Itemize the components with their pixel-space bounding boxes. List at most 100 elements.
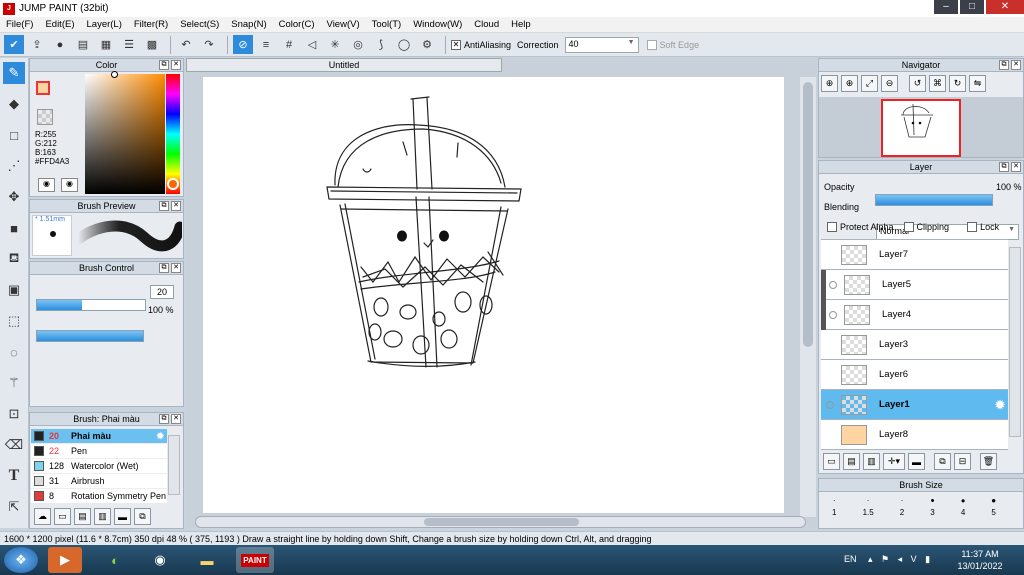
close-icon[interactable]: ✕ xyxy=(1011,60,1021,70)
visibility-icon[interactable] xyxy=(826,431,834,439)
jump-paint-taskbar-icon[interactable]: PAINT xyxy=(236,547,274,573)
select-rect-tool-icon[interactable]: ⬚ xyxy=(3,310,25,332)
share-icon[interactable]: ⇪ xyxy=(27,35,47,54)
folder-icon[interactable]: ▬ xyxy=(114,508,131,525)
gear-icon[interactable]: ✹ xyxy=(995,398,1005,412)
canvas-vertical-scrollbar[interactable] xyxy=(800,77,816,517)
float-icon[interactable]: ⧉ xyxy=(159,414,169,424)
zoom-fit-icon[interactable]: ⊕ xyxy=(821,75,838,92)
clock-time[interactable]: 11:37 AM xyxy=(950,548,1010,560)
color-picker-cursor[interactable] xyxy=(111,71,118,78)
layer-row[interactable]: Layer7 xyxy=(821,240,1008,270)
new-layer-8bit-icon[interactable]: ▥ xyxy=(863,453,880,470)
visibility-icon[interactable] xyxy=(826,251,834,259)
close-icon[interactable]: ✕ xyxy=(171,414,181,424)
menu-help[interactable]: Help xyxy=(505,19,537,30)
eyedropper-icon[interactable]: ◉ xyxy=(61,178,78,192)
comment-icon[interactable]: ● xyxy=(50,35,70,54)
menu-filter[interactable]: Filter(R) xyxy=(128,19,174,30)
brush-size-option[interactable]: · 1.5 xyxy=(863,494,874,517)
brush-size-option[interactable]: · 2 xyxy=(900,494,904,517)
redo-icon[interactable]: ↷ xyxy=(199,35,219,54)
menu-color[interactable]: Color(C) xyxy=(273,19,321,30)
zalo-icon[interactable]: ◐ xyxy=(98,547,132,573)
new-folder-icon[interactable]: ▬ xyxy=(908,453,925,470)
close-icon[interactable]: ✕ xyxy=(171,201,181,211)
visibility-icon[interactable] xyxy=(826,371,834,379)
hue-slider[interactable] xyxy=(166,74,180,194)
menu-view[interactable]: View(V) xyxy=(321,19,366,30)
brush-opacity-slider[interactable] xyxy=(36,330,144,342)
visibility-icon[interactable] xyxy=(826,341,834,349)
close-icon[interactable]: ✕ xyxy=(171,60,181,70)
float-icon[interactable]: ⧉ xyxy=(159,263,169,273)
menu-file[interactable]: File(F) xyxy=(0,19,39,30)
cloud-sync-icon[interactable]: ✔ xyxy=(4,35,24,54)
zoom-out-icon[interactable]: ⊖ xyxy=(881,75,898,92)
magic-wand-tool-icon[interactable]: ⚚ xyxy=(3,372,25,394)
message-icon[interactable]: ▤ xyxy=(73,35,93,54)
merge-layer-icon[interactable]: ⊟ xyxy=(954,453,971,470)
navigator-view[interactable] xyxy=(819,97,1023,157)
eraser-tool-icon[interactable]: ◆ xyxy=(3,93,25,115)
brush-item[interactable]: 8 Rotation Symmetry Pen xyxy=(31,489,167,503)
radial-ruler-icon[interactable]: ✳ xyxy=(325,35,345,54)
fill-shape-tool-icon[interactable]: ■ xyxy=(3,217,25,239)
layer-row[interactable]: Layer8 xyxy=(821,420,1008,450)
brush-size-option[interactable]: • 3 xyxy=(930,494,934,517)
brush-size-slider[interactable] xyxy=(36,299,146,311)
visibility-icon[interactable] xyxy=(829,310,837,319)
brush-size-option[interactable]: · 1 xyxy=(832,494,836,517)
brush-tool-icon[interactable]: ✎ xyxy=(3,62,25,84)
rectangle-tool-icon[interactable]: □ xyxy=(3,124,25,146)
brush-item[interactable]: 31 Airbrush xyxy=(31,474,167,489)
document-icon[interactable]: ▦ xyxy=(96,35,116,54)
close-icon[interactable]: ✕ xyxy=(1011,162,1021,172)
hue-handle[interactable] xyxy=(167,178,179,190)
dot-line-tool-icon[interactable]: ⋰ xyxy=(3,155,25,177)
brush-size-value[interactable]: 20 xyxy=(150,285,174,299)
curve-ruler-icon[interactable]: ⟆ xyxy=(371,35,391,54)
file-explorer-icon[interactable]: ▬ xyxy=(190,547,224,573)
bucket-tool-icon[interactable]: ⛾ xyxy=(3,248,25,270)
menu-snap[interactable]: Snap(N) xyxy=(225,19,272,30)
brush-list-scrollbar[interactable] xyxy=(168,435,180,495)
layer-row[interactable]: Layer4 xyxy=(821,299,1008,330)
menu-tool[interactable]: Tool(T) xyxy=(366,19,408,30)
foreground-color-swatch[interactable] xyxy=(36,81,50,95)
maximize-button[interactable]: □ xyxy=(960,0,984,14)
clock-date[interactable]: 13/01/2022 xyxy=(950,560,1010,572)
minimize-button[interactable]: – xyxy=(934,0,958,14)
layer-row[interactable]: Layer5 xyxy=(821,269,1008,300)
soft-edge-checkbox[interactable] xyxy=(646,39,657,50)
horizontal-scroll-thumb[interactable] xyxy=(424,518,579,526)
select-eraser-tool-icon[interactable]: ⌫ xyxy=(3,434,25,456)
tray-icons[interactable]: ▴ ⚑ ◂ V ▮ xyxy=(868,554,933,565)
perspective-ruler-icon[interactable]: ◁ xyxy=(302,35,322,54)
transparent-color-swatch[interactable] xyxy=(37,109,53,125)
float-icon[interactable]: ⧉ xyxy=(999,162,1009,172)
grid-icon[interactable]: ▩ xyxy=(142,35,162,54)
lock-checkbox[interactable] xyxy=(967,222,978,232)
menu-window[interactable]: Window(W) xyxy=(407,19,468,30)
add-layer-menu-icon[interactable]: ✛▾ xyxy=(883,453,905,470)
visibility-icon[interactable] xyxy=(826,400,834,409)
grid-ruler-icon[interactable]: # xyxy=(279,35,299,54)
brush-size-option[interactable]: • 5 xyxy=(991,494,996,518)
float-icon[interactable]: ⧉ xyxy=(159,60,169,70)
undo-icon[interactable]: ↶ xyxy=(176,35,196,54)
layer-opacity-slider[interactable] xyxy=(875,194,993,206)
layer-row[interactable]: Layer3 xyxy=(821,330,1008,360)
concentric-ruler-icon[interactable]: ◎ xyxy=(348,35,368,54)
layer-row[interactable]: Layer6 xyxy=(821,360,1008,390)
document-tab[interactable]: Untitled xyxy=(186,58,502,72)
symmetry-ruler-icon[interactable]: ⚙ xyxy=(417,35,437,54)
antialiasing-checkbox[interactable]: ✕ xyxy=(451,39,461,50)
brush-size-option[interactable]: • 4 xyxy=(961,494,965,517)
layer-list-scrollbar[interactable] xyxy=(1009,247,1021,437)
text-tool-icon[interactable]: T xyxy=(3,465,25,487)
vertical-scroll-thumb[interactable] xyxy=(803,82,813,347)
drawing-canvas[interactable] xyxy=(203,77,784,513)
rotate-left-icon[interactable]: ↺ xyxy=(909,75,926,92)
close-icon[interactable]: ✕ xyxy=(171,263,181,273)
